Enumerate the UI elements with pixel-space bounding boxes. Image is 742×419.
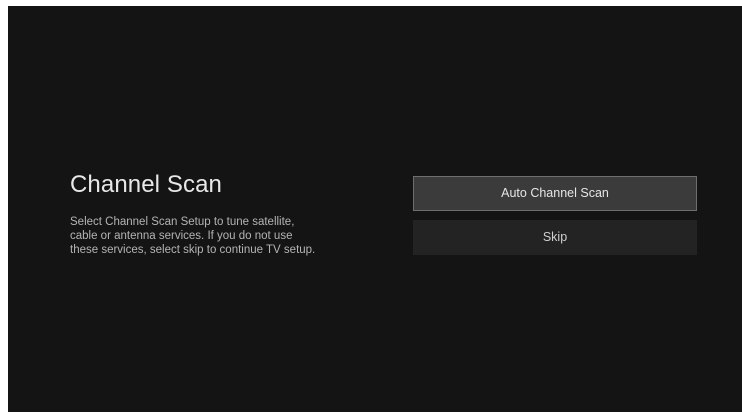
description-line: cable or antenna services. If you do not… [70, 230, 293, 242]
page-title: Channel Scan [70, 171, 222, 198]
options-menu: Auto Channel Scan Skip [413, 176, 697, 255]
info-panel: Channel Scan Select Channel Scan Setup t… [70, 170, 370, 257]
description-text: Select Channel Scan Setup to tune satell… [70, 215, 360, 257]
description-line: these services, select skip to continue … [70, 244, 316, 256]
tv-screen: Channel Scan Select Channel Scan Setup t… [8, 6, 742, 412]
description-line: Select Channel Scan Setup to tune satell… [70, 216, 295, 228]
auto-channel-scan-button[interactable]: Auto Channel Scan [413, 176, 697, 211]
skip-button[interactable]: Skip [413, 220, 697, 255]
